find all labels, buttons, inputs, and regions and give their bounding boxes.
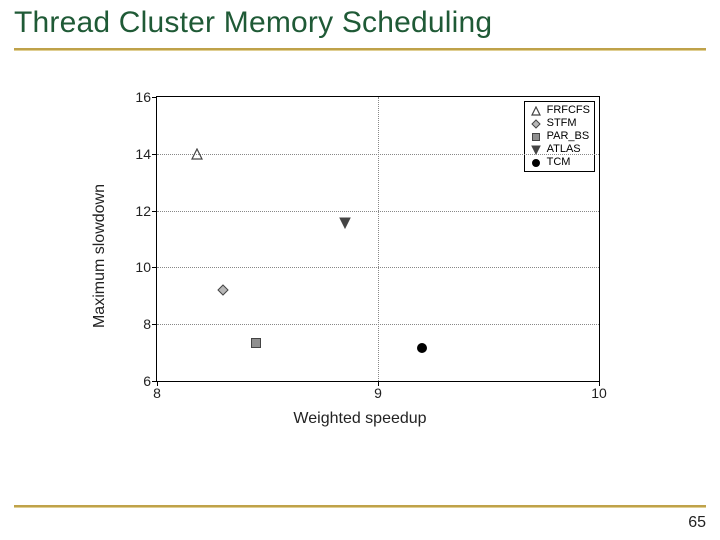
data-point-par_bs (250, 337, 262, 349)
y-tick-label: 14 (135, 146, 151, 162)
x-tick-label: 9 (374, 385, 382, 401)
legend-item: PAR_BS (529, 130, 590, 143)
y-tick-label: 8 (143, 316, 151, 332)
legend-label: STFM (547, 117, 577, 130)
legend-label: FRFCFS (547, 104, 590, 117)
y-tick-mark (152, 211, 157, 212)
square-icon (529, 131, 543, 143)
circle-icon (529, 157, 543, 169)
page-number: 65 (688, 514, 706, 532)
diamond-icon (529, 118, 543, 130)
y-axis-label: Maximum slowdown (91, 184, 109, 328)
y-tick-label: 10 (135, 259, 151, 275)
data-point-atlas (339, 217, 351, 229)
y-tick-label: 16 (135, 89, 151, 105)
gridline-v (378, 97, 379, 381)
legend-item: STFM (529, 117, 590, 130)
legend-item: TCM (529, 156, 590, 169)
x-tick-label: 10 (591, 385, 607, 401)
data-point-frfcfs (191, 148, 203, 160)
x-tick-mark (599, 381, 600, 386)
divider-bottom (14, 505, 706, 508)
page-title: Thread Cluster Memory Scheduling (14, 6, 492, 40)
x-tick-label: 8 (153, 385, 161, 401)
y-tick-label: 6 (143, 373, 151, 389)
y-tick-mark (152, 324, 157, 325)
y-tick-mark (152, 154, 157, 155)
y-tick-mark (152, 267, 157, 268)
plot-area: FRFCFSSTFMPAR_BSATLASTCM 68101214168910 (156, 96, 600, 382)
legend: FRFCFSSTFMPAR_BSATLASTCM (524, 101, 595, 172)
triangle-up-open-icon (529, 105, 543, 117)
y-tick-label: 12 (135, 203, 151, 219)
y-tick-mark (152, 97, 157, 98)
data-point-stfm (217, 284, 229, 296)
chart: Maximum slowdown Weighted speedup FRFCFS… (110, 86, 610, 426)
x-tick-mark (157, 381, 158, 386)
legend-label: TCM (547, 156, 571, 169)
slide: Thread Cluster Memory Scheduling Maximum… (0, 0, 720, 540)
x-axis-label: Weighted speedup (293, 410, 426, 428)
divider-top (14, 48, 706, 51)
x-tick-mark (378, 381, 379, 386)
legend-item: FRFCFS (529, 104, 590, 117)
data-point-tcm (416, 342, 428, 354)
legend-label: PAR_BS (547, 130, 590, 143)
